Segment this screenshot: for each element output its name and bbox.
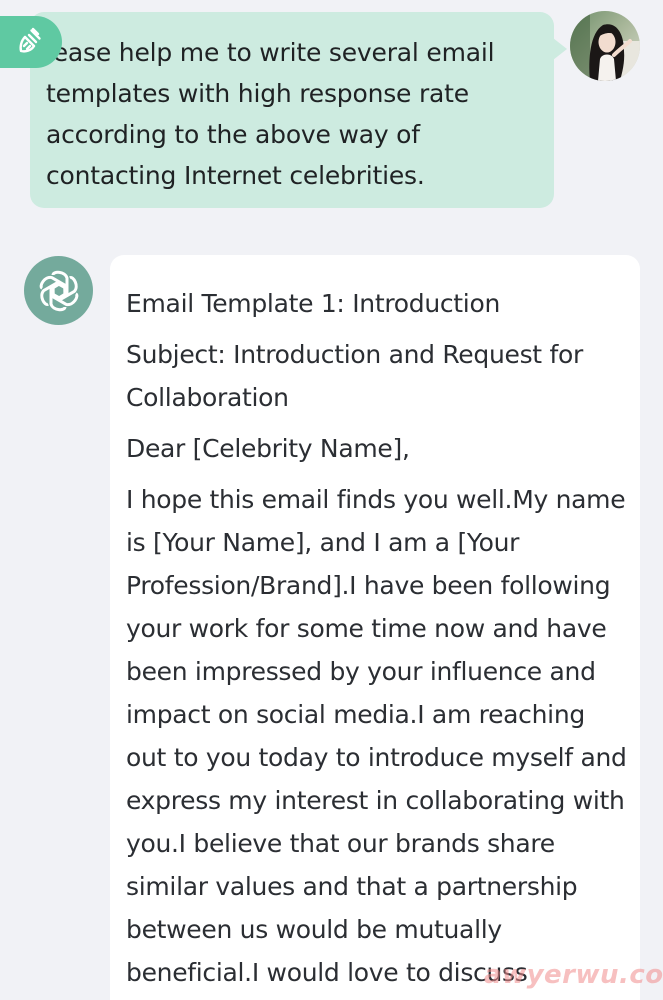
message-paragraph: Subject: Introduction and Request for Co… (126, 340, 583, 412)
message-paragraph: Dear [Celebrity Name], (126, 434, 410, 463)
assistant-message-bubble: Email Template 1: Introduction Subject: … (110, 255, 640, 1000)
broom-icon (16, 25, 46, 59)
message-paragraph: I hope this email finds you well.My name… (126, 485, 627, 987)
user-message-text: lease help me to write several email tem… (46, 38, 495, 190)
message-paragraph: Email Template 1: Introduction (126, 289, 500, 318)
chat-screen: lease help me to write several email tem… (0, 0, 663, 1000)
user-avatar[interactable] (570, 11, 640, 81)
clear-chat-button[interactable] (0, 16, 62, 68)
watermark: awyerwu.com (484, 960, 663, 990)
user-message-bubble: lease help me to write several email tem… (30, 12, 567, 208)
openai-logo-icon (24, 256, 93, 325)
